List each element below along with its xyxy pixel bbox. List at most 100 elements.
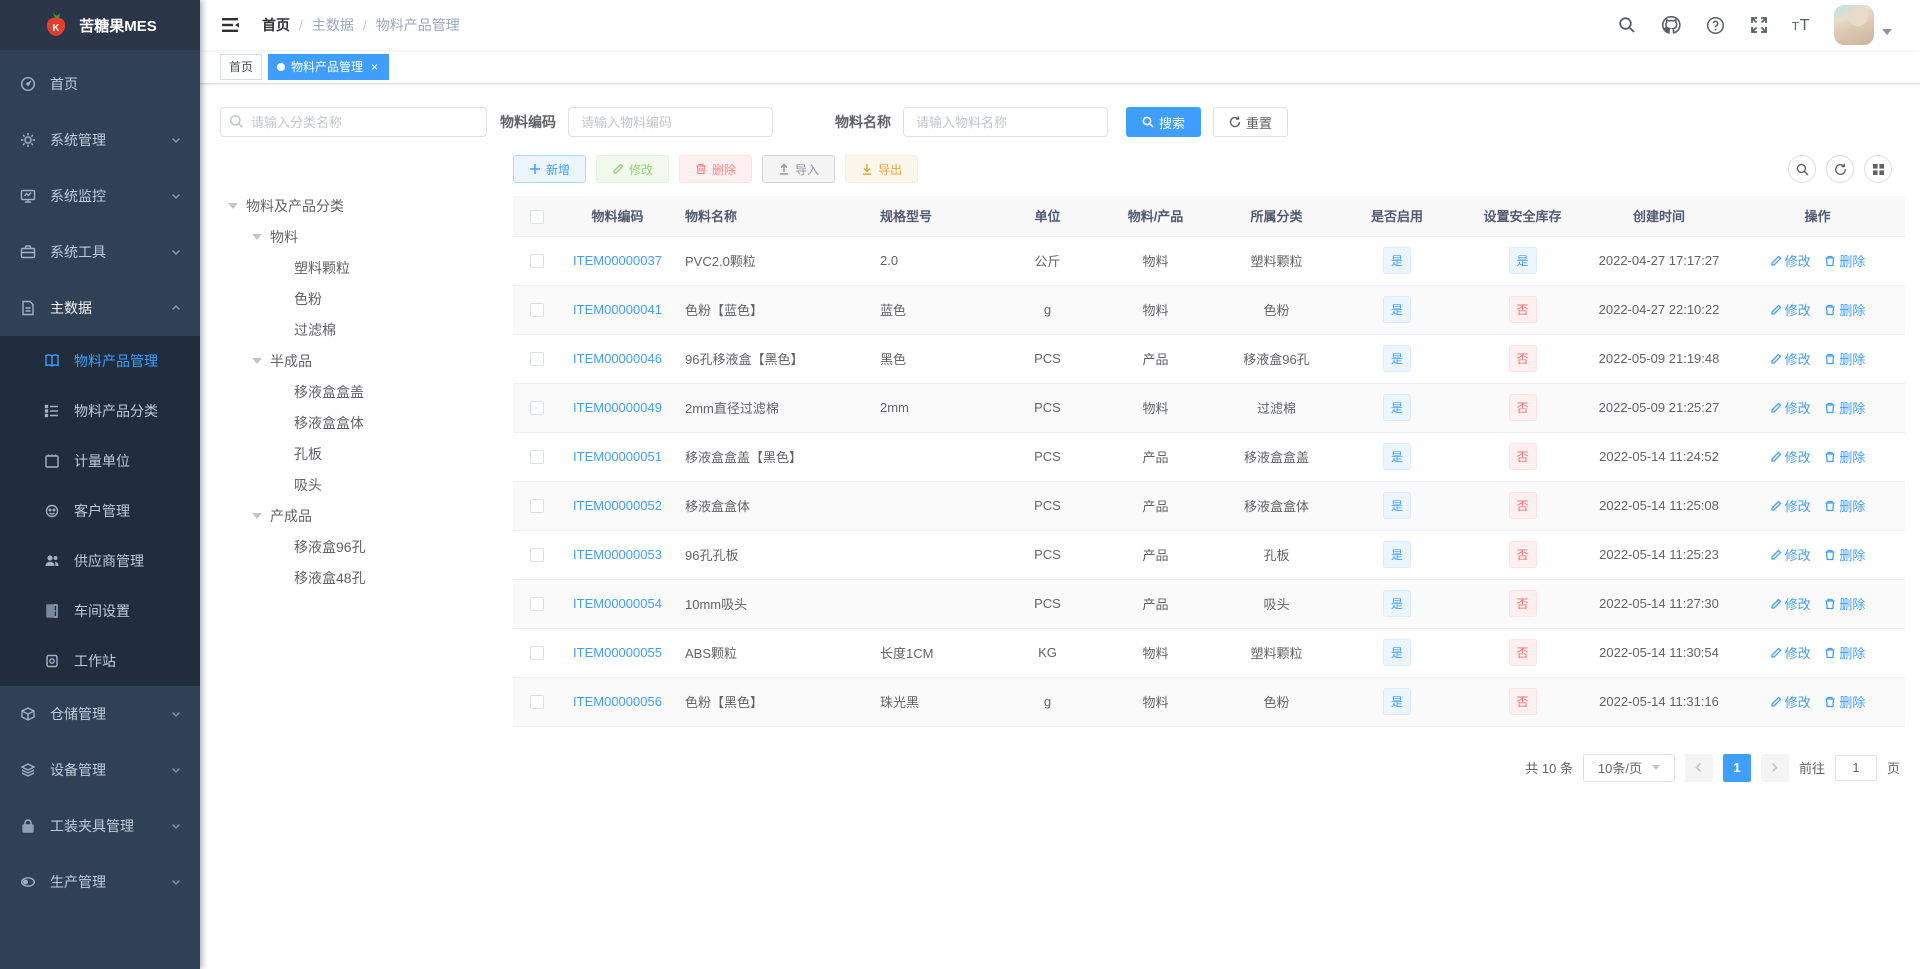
add-button[interactable]: 新增 [513, 155, 587, 183]
row-checkbox[interactable] [529, 695, 544, 710]
material-code-link[interactable]: ITEM00000041 [573, 302, 662, 317]
sidebar-item-system-monitor[interactable]: 系统监控 [0, 168, 200, 224]
caret-down-icon[interactable] [252, 357, 262, 364]
search-icon[interactable] [1610, 8, 1644, 42]
tree-node-leaf[interactable]: 移液盒盒盖 [220, 376, 500, 407]
tree-node-leaf[interactable]: 移液盒48孔 [220, 562, 500, 593]
tree-node-finished[interactable]: 产成品 [220, 500, 500, 531]
columns-icon[interactable] [1864, 155, 1892, 183]
row-delete-link[interactable]: 删除 [1824, 349, 1865, 368]
sidebar-item-home[interactable]: 首页 [0, 56, 200, 112]
sidebar-item-production[interactable]: 生产管理 [0, 854, 200, 910]
sidebar-item-equipment[interactable]: 设备管理 [0, 742, 200, 798]
sidebar-item-workstation[interactable]: 工作站 [0, 636, 200, 686]
row-checkbox[interactable] [529, 548, 544, 563]
tree-node-root[interactable]: 物料及产品分类 [220, 190, 500, 221]
page-size-select[interactable]: 10条/页 [1582, 753, 1675, 782]
row-checkbox[interactable] [529, 401, 544, 416]
row-checkbox[interactable] [529, 450, 544, 465]
tag-close-icon[interactable]: × [369, 60, 380, 74]
row-delete-link[interactable]: 删除 [1824, 545, 1865, 564]
row-edit-link[interactable]: 修改 [1770, 251, 1811, 270]
tree-node-semi-finished[interactable]: 半成品 [220, 345, 500, 376]
tag-material-product-mgmt[interactable]: 物料产品管理 × [268, 53, 390, 80]
material-code-link[interactable]: ITEM00000055 [573, 645, 662, 660]
tree-node-leaf[interactable]: 塑料颗粒 [220, 252, 500, 283]
material-code-link[interactable]: ITEM00000051 [573, 449, 662, 464]
sidebar-item-material-product-mgmt[interactable]: 物料产品管理 [0, 336, 200, 386]
export-button[interactable]: 导出 [845, 155, 919, 183]
sidebar-item-warehouse[interactable]: 仓储管理 [0, 686, 200, 742]
sidebar-item-master-data[interactable]: 主数据 [0, 280, 200, 336]
select-all-checkbox[interactable] [529, 209, 544, 224]
row-delete-link[interactable]: 删除 [1824, 398, 1865, 417]
fullscreen-icon[interactable] [1742, 8, 1776, 42]
tag-home[interactable]: 首页 [220, 53, 263, 80]
prev-page-button[interactable] [1684, 753, 1713, 782]
tree-node-leaf[interactable]: 孔板 [220, 438, 500, 469]
sidebar-item-system-admin[interactable]: 系统管理 [0, 112, 200, 168]
row-edit-link[interactable]: 修改 [1770, 300, 1811, 319]
sidebar-item-measure-unit[interactable]: 计量单位 [0, 436, 200, 486]
avatar[interactable] [1834, 5, 1874, 45]
sidebar-item-tooling-fixture[interactable]: 工装夹具管理 [0, 798, 200, 854]
goto-page-input[interactable] [1834, 754, 1877, 781]
next-page-button[interactable] [1760, 753, 1789, 782]
row-checkbox[interactable] [529, 254, 544, 269]
sidebar-item-customer-mgmt[interactable]: 客户管理 [0, 486, 200, 536]
search-toggle-icon[interactable] [1788, 155, 1816, 183]
import-button[interactable]: 导入 [762, 155, 836, 183]
row-edit-link[interactable]: 修改 [1770, 545, 1811, 564]
delete-button[interactable]: 删除 [679, 155, 753, 183]
row-edit-link[interactable]: 修改 [1770, 398, 1811, 417]
material-code-link[interactable]: ITEM00000056 [573, 694, 662, 709]
caret-down-icon[interactable] [252, 233, 262, 240]
row-edit-link[interactable]: 修改 [1770, 643, 1811, 662]
row-edit-link[interactable]: 修改 [1770, 692, 1811, 711]
font-size-icon[interactable]: TT [1786, 8, 1820, 42]
sidebar-toggle-icon[interactable] [220, 15, 240, 35]
tree-node-material[interactable]: 物料 [220, 221, 500, 252]
material-code-link[interactable]: ITEM00000037 [573, 253, 662, 268]
row-checkbox[interactable] [529, 303, 544, 318]
row-delete-link[interactable]: 删除 [1824, 251, 1865, 270]
row-delete-link[interactable]: 删除 [1824, 496, 1865, 515]
sidebar-item-workshop-settings[interactable]: 车间设置 [0, 586, 200, 636]
tree-node-leaf[interactable]: 移液盒96孔 [220, 531, 500, 562]
tree-node-leaf[interactable]: 色粉 [220, 283, 500, 314]
user-menu[interactable] [1834, 5, 1892, 45]
row-delete-link[interactable]: 删除 [1824, 692, 1865, 711]
material-code-link[interactable]: ITEM00000054 [573, 596, 662, 611]
caret-down-icon[interactable] [252, 512, 262, 519]
row-edit-link[interactable]: 修改 [1770, 349, 1811, 368]
sidebar-item-supplier-mgmt[interactable]: 供应商管理 [0, 536, 200, 586]
row-edit-link[interactable]: 修改 [1770, 496, 1811, 515]
sidebar-item-material-product-category[interactable]: 物料产品分类 [0, 386, 200, 436]
material-code-link[interactable]: ITEM00000049 [573, 400, 662, 415]
row-delete-link[interactable]: 删除 [1824, 643, 1865, 662]
row-edit-link[interactable]: 修改 [1770, 594, 1811, 613]
breadcrumb-home[interactable]: 首页 [262, 15, 290, 35]
category-search-input[interactable] [220, 107, 487, 137]
row-edit-link[interactable]: 修改 [1770, 447, 1811, 466]
search-button[interactable]: 搜索 [1126, 107, 1202, 137]
refresh-icon[interactable] [1826, 155, 1854, 183]
material-code-link[interactable]: ITEM00000046 [573, 351, 662, 366]
caret-down-icon[interactable] [228, 202, 238, 209]
row-checkbox[interactable] [529, 499, 544, 514]
tree-node-leaf[interactable]: 吸头 [220, 469, 500, 500]
row-delete-link[interactable]: 删除 [1824, 447, 1865, 466]
current-page[interactable]: 1 [1722, 753, 1751, 782]
material-name-input[interactable] [903, 107, 1108, 137]
material-code-link[interactable]: ITEM00000053 [573, 547, 662, 562]
edit-button[interactable]: 修改 [596, 155, 670, 183]
row-checkbox[interactable] [529, 597, 544, 612]
row-delete-link[interactable]: 删除 [1824, 594, 1865, 613]
material-code-link[interactable]: ITEM00000052 [573, 498, 662, 513]
github-icon[interactable] [1654, 8, 1688, 42]
app-logo[interactable]: K 苦糖果MES [0, 0, 200, 50]
row-checkbox[interactable] [529, 646, 544, 661]
reset-button[interactable]: 重置 [1213, 107, 1289, 137]
help-icon[interactable] [1698, 8, 1732, 42]
row-delete-link[interactable]: 删除 [1824, 300, 1865, 319]
